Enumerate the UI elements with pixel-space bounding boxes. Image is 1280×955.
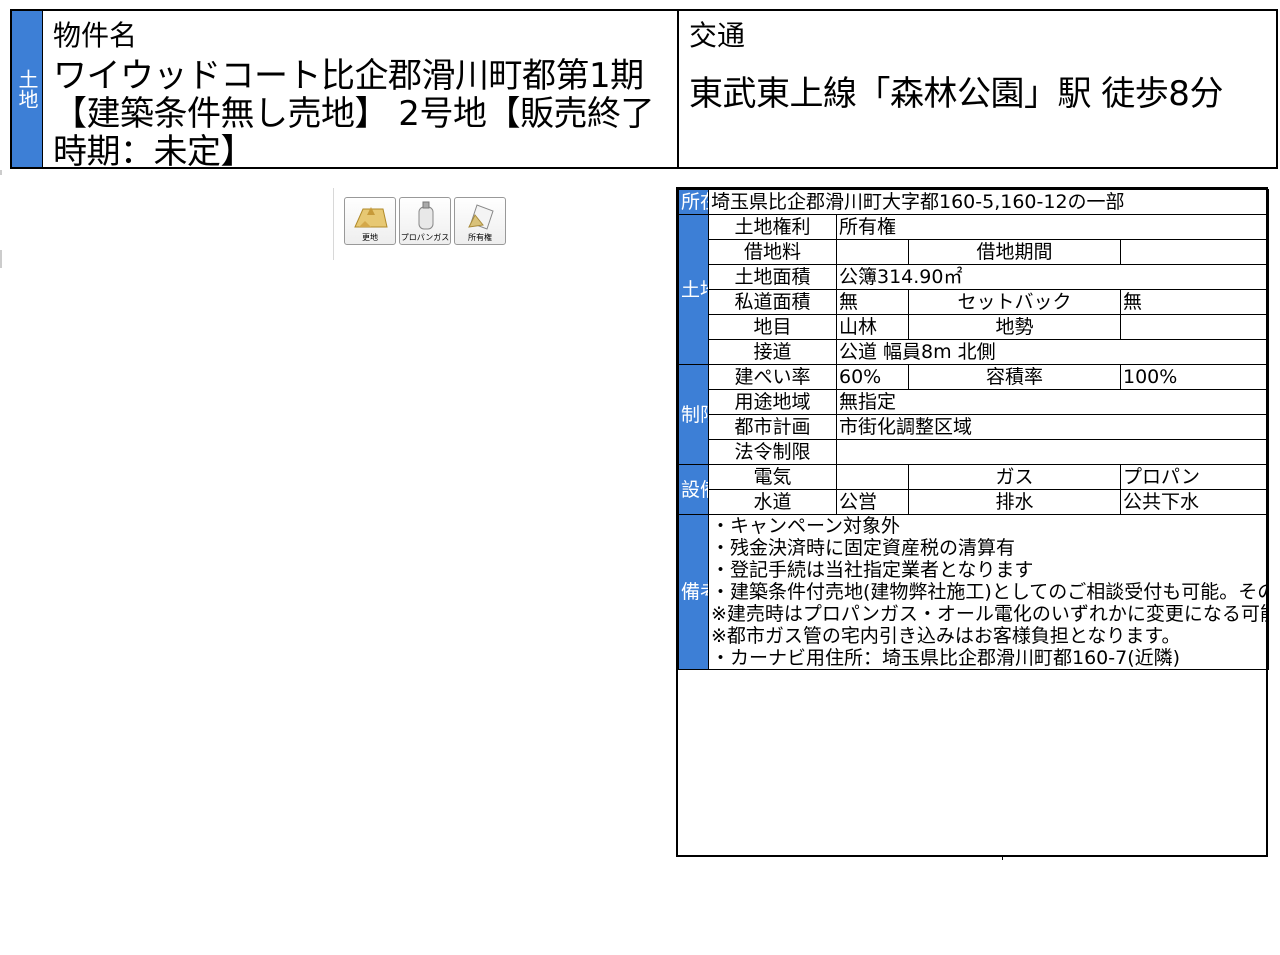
land-category-value: 山林 [836, 314, 909, 340]
land-right-value: 所有権 [836, 214, 1269, 240]
floor-area-ratio-label: 容積率 [908, 364, 1121, 390]
property-name-label: 物件名 [53, 19, 138, 52]
note-line: ※都市ガス管の宅内引き込みはお客様負担となります。 [711, 625, 1181, 647]
land-right-label: 土地権利 [708, 214, 837, 240]
land-side-label: 土地 [678, 214, 709, 365]
note-line: ・カーナビ用住所：埼玉県比企郡滑川町都160-7(近隣) [711, 647, 1181, 669]
property-name: ワイウッドコート比企郡滑川町都第1期【建築条件無し売地】 2号地【販売終了時期：… [53, 56, 654, 167]
address-value: 埼玉県比企郡滑川町大字都160-5,160-12の一部 [708, 189, 1269, 215]
legal-restriction-value [836, 439, 1269, 465]
water-label: 水道 [708, 489, 837, 515]
land-category-label: 地目 [708, 314, 837, 340]
terrain-label: 地勢 [908, 314, 1121, 340]
road-access-label: 接道 [708, 339, 837, 365]
note-line: ※建売時はプロパンガス・オール電化のいずれかに変更になる可能性がございます。 [711, 603, 1268, 625]
electricity-value [836, 464, 909, 490]
property-detail-table: 所在 埼玉県比企郡滑川町大字都160-5,160-12の一部 土地 土地権利 所… [676, 187, 1269, 857]
private-road-label: 私道面積 [708, 289, 837, 315]
land-area-value: 公簿314.90㎡ [836, 264, 1269, 290]
note-line: ・キャンペーン対象外 [711, 515, 901, 538]
drainage-label: 排水 [908, 489, 1121, 515]
lease-period-value [1120, 239, 1269, 265]
gas-value: プロパン [1120, 464, 1269, 490]
terrain-value [1120, 314, 1269, 340]
notes-side-label: 備考 [678, 514, 709, 670]
feature-icons: 更地 プロパンガス 所有権 [344, 197, 506, 245]
category-tag: 土地 [12, 11, 43, 167]
land-area-label: 土地面積 [708, 264, 837, 290]
notes-value: ・キャンペーン対象外 ・残金決済時に固定資産税の清算有 ・登記手続は当社指定業者… [708, 514, 1269, 670]
road-access-value: 公道 幅員8m 北側 [836, 339, 1269, 365]
zoning-label: 用途地域 [708, 389, 837, 415]
note-line: ・残金決済時に固定資産税の清算有 [711, 537, 1016, 559]
image-area-divider [333, 188, 334, 260]
setback-value: 無 [1120, 289, 1269, 315]
access-value: 東武東上線「森林公園」駅 徒歩8分 [689, 74, 1223, 114]
coverage-value: 60% [836, 364, 909, 390]
rent-value [836, 239, 909, 265]
floor-area-ratio-value: 100% [1120, 364, 1269, 390]
city-plan-label: 都市計画 [708, 414, 837, 440]
propane-gas-icon: プロパンガス [399, 197, 451, 245]
water-value: 公営 [836, 489, 909, 515]
private-road-value: 無 [836, 289, 909, 315]
vacant-land-icon: 更地 [344, 197, 396, 245]
lease-period-label: 借地期間 [908, 239, 1121, 265]
access-cell: 交通 東武東上線「森林公園」駅 徒歩8分 [679, 11, 1276, 167]
rent-label: 借地料 [708, 239, 837, 265]
note-line: ・建築条件付売地(建物弊社施工)としてのご相談受付も可能。その際仲介手数料とは別… [711, 581, 1269, 603]
property-name-cell: 物件名 ワイウッドコート比企郡滑川町都第1期【建築条件無し売地】 2号地【販売終… [43, 11, 679, 167]
left-edge-mark [0, 250, 2, 268]
drainage-value: 公共下水 [1120, 489, 1269, 515]
note-line: ・登記手続は当社指定業者となります [711, 559, 1034, 581]
access-label: 交通 [689, 19, 746, 52]
left-edge-mark [0, 170, 2, 175]
setback-label: セットバック [908, 289, 1121, 315]
legal-restriction-label: 法令制限 [708, 439, 837, 465]
location-side-label: 所在 [678, 189, 709, 215]
table-bottom-tick [1002, 856, 1003, 860]
property-header: 土地 物件名 ワイウッドコート比企郡滑川町都第1期【建築条件無し売地】 2号地【… [10, 9, 1278, 169]
restriction-side-label: 制限 [678, 364, 709, 465]
coverage-label: 建ぺい率 [708, 364, 837, 390]
gas-label: ガス [908, 464, 1121, 490]
ownership-icon: 所有権 [454, 197, 506, 245]
zoning-value: 無指定 [836, 389, 1269, 415]
facility-side-label: 設備 [678, 464, 709, 515]
electricity-label: 電気 [708, 464, 837, 490]
city-plan-value: 市街化調整区域 [836, 414, 1269, 440]
